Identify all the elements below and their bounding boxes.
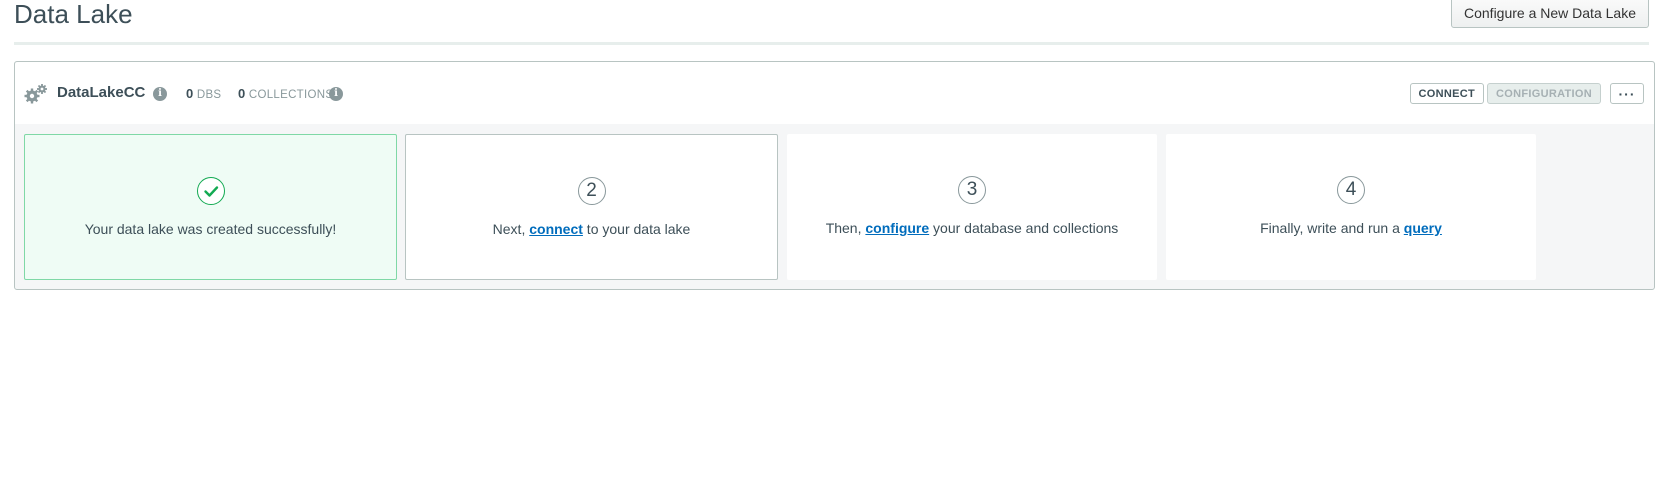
dbs-stat: 0 DBS bbox=[186, 86, 221, 101]
step-configure: 3 Then, configure your database and coll… bbox=[787, 134, 1157, 280]
collections-stat: 0 COLLECTIONS bbox=[238, 86, 333, 101]
configure-link[interactable]: configure bbox=[865, 220, 929, 236]
info-icon[interactable]: i bbox=[153, 87, 167, 101]
step-configure-suffix: your database and collections bbox=[929, 220, 1119, 236]
check-circle-icon bbox=[196, 177, 225, 205]
collections-label: COLLECTIONS bbox=[248, 89, 334, 101]
step-connect: 2 Next, connect to your data lake bbox=[405, 134, 778, 280]
step-number: 2 bbox=[577, 177, 606, 205]
connect-button[interactable]: CONNECT bbox=[1409, 83, 1484, 104]
more-options-button[interactable]: ··· bbox=[1610, 83, 1644, 104]
step-connect-prefix: Next, bbox=[492, 221, 530, 237]
step-configure-text: Then, configure your database and collec… bbox=[787, 220, 1157, 236]
step-configure-prefix: Then, bbox=[825, 220, 866, 236]
connect-link[interactable]: connect bbox=[529, 221, 583, 237]
step-query: 4 Finally, write and run a query bbox=[1166, 134, 1536, 280]
configure-new-data-lake-button[interactable]: Configure a New Data Lake bbox=[1451, 0, 1649, 28]
step-connect-suffix: to your data lake bbox=[582, 221, 691, 237]
title-divider bbox=[14, 42, 1649, 45]
gears-icon bbox=[24, 84, 47, 104]
query-link[interactable]: query bbox=[1404, 220, 1442, 236]
page-title: Data Lake bbox=[14, 0, 133, 29]
dbs-count: 0 bbox=[186, 86, 194, 101]
dbs-label: DBS bbox=[196, 89, 222, 101]
step-query-prefix: Finally, write and run a bbox=[1260, 220, 1404, 236]
configuration-button[interactable]: CONFIGURATION bbox=[1487, 83, 1601, 104]
data-lake-header: DataLakeCC i 0 DBS 0 COLLECTIONS i CONNE… bbox=[15, 62, 1654, 124]
step-number: 3 bbox=[958, 176, 986, 204]
data-lake-name[interactable]: DataLakeCC bbox=[57, 84, 145, 101]
collections-info-icon[interactable]: i bbox=[329, 87, 343, 101]
collections-count: 0 bbox=[238, 86, 246, 101]
step-created-text: Your data lake was created successfully! bbox=[84, 221, 337, 237]
step-query-text: Finally, write and run a query bbox=[1166, 220, 1536, 236]
step-created: Your data lake was created successfully! bbox=[24, 134, 397, 280]
data-lake-card: DataLakeCC i 0 DBS 0 COLLECTIONS i CONNE… bbox=[14, 61, 1655, 290]
step-number: 4 bbox=[1337, 176, 1365, 204]
step-connect-text: Next, connect to your data lake bbox=[406, 221, 777, 237]
